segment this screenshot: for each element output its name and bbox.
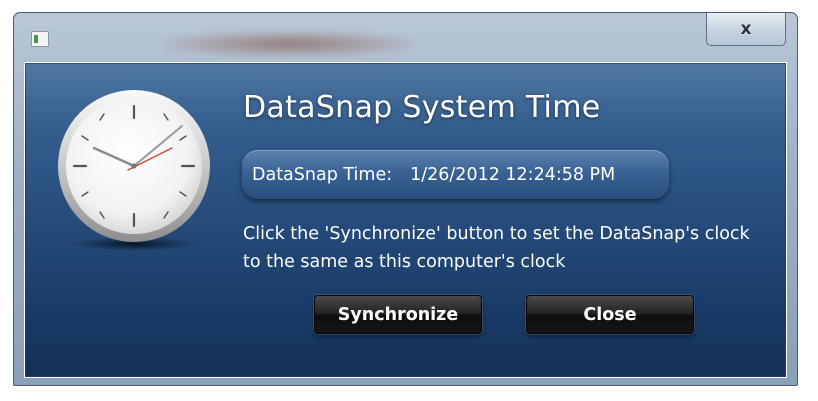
close-button[interactable]: Close [526,295,694,334]
dialog-window: x DataSnap System Time DataSnap Time: 1/… [13,12,798,386]
dialog-title: DataSnap System Time [243,90,601,125]
datasnap-time-display: DataSnap Time: 1/26/2012 12:24:58 PM [242,150,669,199]
datasnap-time-label: DataSnap Time: [252,164,393,185]
synchronize-button[interactable]: Synchronize [314,295,482,334]
datasnap-time-value: 1/26/2012 12:24:58 PM [410,164,616,185]
window-close-button[interactable]: x [706,13,786,46]
clock-center [131,163,137,169]
title-bar-blurred-text [164,31,414,57]
clock-icon [58,90,210,251]
app-icon [31,31,49,47]
instructions-text: Click the 'Synchronize' button to set th… [243,224,750,272]
dialog-panel: DataSnap System Time DataSnap Time: 1/26… [24,62,787,378]
close-icon: x [740,19,752,39]
